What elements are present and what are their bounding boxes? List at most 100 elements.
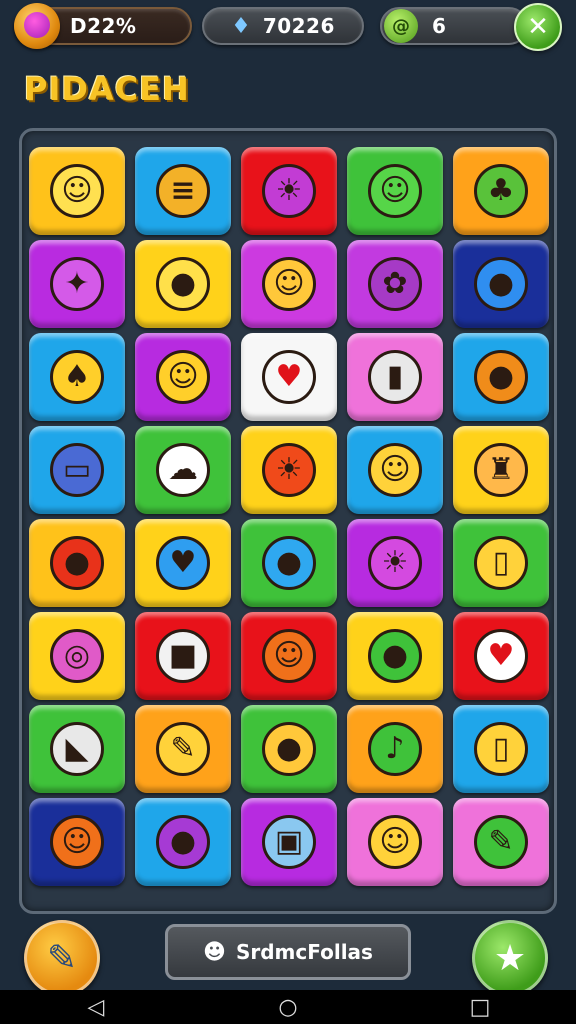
ice-cream-icon: ♠ xyxy=(50,350,104,404)
board-tile[interactable]: ◎ xyxy=(29,612,125,700)
board-tile[interactable]: ● xyxy=(241,519,337,607)
winged-fruit-icon: ☺ xyxy=(50,164,104,218)
system-nav-bar: ◁ ○ □ xyxy=(0,990,576,1024)
sun-icon: ☀ xyxy=(368,536,422,590)
board-tile[interactable]: ● xyxy=(347,612,443,700)
board-tile[interactable]: ♥ xyxy=(135,519,231,607)
board-tile[interactable]: ☀ xyxy=(347,519,443,607)
board-tile[interactable]: ☺ xyxy=(241,612,337,700)
tomato-icon: ● xyxy=(50,536,104,590)
board-tile[interactable]: ☺ xyxy=(347,798,443,886)
board-tile[interactable]: ● xyxy=(241,705,337,793)
board-tile[interactable]: ▯ xyxy=(453,519,549,607)
board-tile[interactable]: ☺ xyxy=(241,240,337,328)
pencil-icon: ✎ xyxy=(156,722,210,776)
burger-icon: ≡ xyxy=(156,164,210,218)
game-board: ☺ ≡ ☀ ☺ ♣ ✦ ● ☺ ✿ ● ♠ ☺ ♥ ▮ ● ▭ ☁ ☀ ☺ ♜ ● ♥ ● ☀ ▯ ◎ ■ ☺ ● ♥ ◣ ✎ ● ♪ ▯ ☺ ● ▣ ☺ ✎ xyxy=(19,128,557,914)
home-icon[interactable]: ○ xyxy=(258,995,318,1020)
board-tile[interactable]: ☁ xyxy=(135,426,231,514)
smiley-blob-icon: ☺ xyxy=(368,443,422,497)
octopus-icon: ✿ xyxy=(368,257,422,311)
close-icon: ✕ xyxy=(527,12,549,42)
bottom-bar: ✎ ☻ SrdmcFollas ★ xyxy=(0,918,576,996)
octopus-icon: ☺ xyxy=(368,815,422,869)
top-status-bar: D22% ♦ 70226 @ 6 ✕ xyxy=(0,0,576,54)
card-icon: ▮ xyxy=(368,350,422,404)
board-tile[interactable]: ▯ xyxy=(453,705,549,793)
board-tile[interactable]: ♥ xyxy=(453,612,549,700)
board-tile[interactable]: ♜ xyxy=(453,426,549,514)
winged-fruit-icon: ☺ xyxy=(50,815,104,869)
tile-grid: ☺ ≡ ☀ ☺ ♣ ✦ ● ☺ ✿ ● ♠ ☺ ♥ ▮ ● ▭ ☁ ☀ ☺ ♜ ● ♥ ● ☀ ▯ ◎ ■ ☺ ● ♥ ◣ ✎ ● ♪ ▯ ☺ ● ▣ ☺ ✎ xyxy=(29,147,549,886)
board-tile[interactable]: ▣ xyxy=(241,798,337,886)
board-tile[interactable]: ☀ xyxy=(241,426,337,514)
balloon-icon: ● xyxy=(156,815,210,869)
swirl-icon: ◎ xyxy=(50,629,104,683)
board-tile[interactable]: ● xyxy=(135,240,231,328)
star-button[interactable]: ★ xyxy=(472,920,548,996)
close-button[interactable]: ✕ xyxy=(514,3,562,51)
star-icon: ★ xyxy=(493,937,527,979)
balloon-icon: ● xyxy=(474,257,528,311)
board-tile[interactable]: ☺ xyxy=(135,333,231,421)
chat-bubble-icon: ● xyxy=(368,629,422,683)
robot-icon: ▣ xyxy=(262,815,316,869)
recent-apps-icon[interactable]: □ xyxy=(450,995,510,1020)
board-tile[interactable]: ≡ xyxy=(135,147,231,235)
board-tile[interactable]: ● xyxy=(453,240,549,328)
bird-icon: ♥ xyxy=(156,536,210,590)
feather-button[interactable]: ✎ xyxy=(24,920,100,996)
board-tile[interactable]: ▭ xyxy=(29,426,125,514)
winged-fruit-icon: ☺ xyxy=(262,629,316,683)
board-tile[interactable]: ▮ xyxy=(347,333,443,421)
sun-icon: ☀ xyxy=(262,164,316,218)
board-tile[interactable]: ◣ xyxy=(29,705,125,793)
board-tile[interactable]: ✿ xyxy=(347,240,443,328)
game-title: PIDACEH xyxy=(24,70,190,108)
heart-badge-icon: ♥ xyxy=(474,629,528,683)
moves-counter[interactable]: @ 6 xyxy=(380,7,528,45)
board-tile[interactable]: ● xyxy=(135,798,231,886)
winged-fruit-icon: ☺ xyxy=(262,257,316,311)
board-tile[interactable]: ♠ xyxy=(29,333,125,421)
chef-icon: ♜ xyxy=(474,443,528,497)
gems-counter[interactable]: ♦ 70226 xyxy=(202,7,364,45)
sun-icon: ☀ xyxy=(262,443,316,497)
coins-value: D22% xyxy=(70,14,137,38)
board-tile[interactable]: ☺ xyxy=(29,147,125,235)
egg-icon: ● xyxy=(474,350,528,404)
smiley-blob-icon: ☺ xyxy=(156,350,210,404)
board-tile[interactable]: ● xyxy=(29,519,125,607)
board-tile[interactable]: ■ xyxy=(135,612,231,700)
swirl-icon: @ xyxy=(384,9,418,43)
cactus-icon: ♣ xyxy=(474,164,528,218)
board-tile[interactable]: ♥ xyxy=(241,333,337,421)
cup-icon: ▯ xyxy=(474,536,528,590)
heart-icon: ♥ xyxy=(262,350,316,404)
user-icon: ☻ xyxy=(203,939,226,965)
box-icon: ■ xyxy=(156,629,210,683)
board-tile[interactable]: ♪ xyxy=(347,705,443,793)
back-icon[interactable]: ◁ xyxy=(66,995,126,1020)
board-tile[interactable]: ☺ xyxy=(347,426,443,514)
center-action-button[interactable]: ☻ SrdmcFollas xyxy=(165,924,411,980)
speech-bubble-icon: ☺ xyxy=(368,164,422,218)
gems-value: 70226 xyxy=(262,14,335,38)
board-tile[interactable]: ✎ xyxy=(453,798,549,886)
board-tile[interactable]: ✦ xyxy=(29,240,125,328)
gem-icon: ♦ xyxy=(231,13,251,39)
map-icon: ✦ xyxy=(50,257,104,311)
paintbrush-icon: ✎ xyxy=(474,815,528,869)
board-tile[interactable]: ● xyxy=(453,333,549,421)
chat-bubble-icon: ● xyxy=(156,257,210,311)
board-tile[interactable]: ☀ xyxy=(241,147,337,235)
cloud-icon: ☁ xyxy=(156,443,210,497)
coins-counter[interactable]: D22% xyxy=(14,3,192,49)
lemon-icon: ● xyxy=(262,722,316,776)
board-tile[interactable]: ☺ xyxy=(347,147,443,235)
board-tile[interactable]: ♣ xyxy=(453,147,549,235)
board-tile[interactable]: ☺ xyxy=(29,798,125,886)
phone-icon: ▭ xyxy=(50,443,104,497)
board-tile[interactable]: ✎ xyxy=(135,705,231,793)
balloon-icon: ● xyxy=(262,536,316,590)
